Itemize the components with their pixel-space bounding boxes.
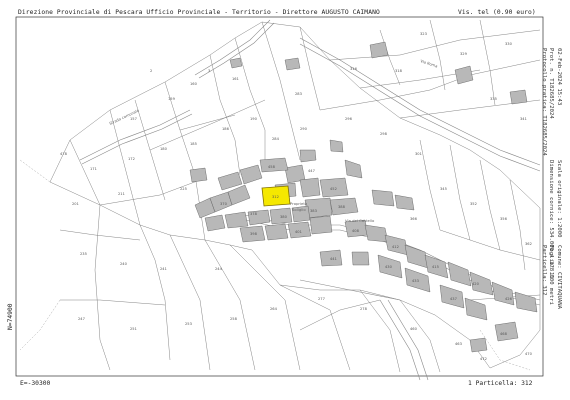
parcel-number: 3 bbox=[208, 69, 210, 73]
parcel-number: 352 bbox=[470, 202, 477, 206]
parcel-number: 329 bbox=[460, 52, 468, 56]
buildings-cluster bbox=[189, 41, 538, 353]
parcel-number: 408 bbox=[352, 229, 360, 233]
parcel-number: 472 bbox=[480, 357, 487, 361]
parcel-number: 172 bbox=[128, 157, 135, 161]
parcel-number: 345 bbox=[440, 187, 447, 191]
north-coordinate: N=74900 bbox=[7, 303, 14, 330]
parcel-number: 157 bbox=[130, 117, 137, 121]
parcel-number: 426 bbox=[505, 297, 513, 301]
cadastral-map-page: Direzione Provinciale di Pescara Ufficio… bbox=[0, 0, 570, 400]
margin-protocol: Protocollo pratica: T182685/2024 bbox=[541, 48, 547, 156]
parcel-number: 185 bbox=[190, 142, 197, 146]
parcel-number: 235 bbox=[80, 252, 87, 256]
parcel-number: 378 bbox=[250, 212, 258, 216]
parcel-number: 362 bbox=[525, 242, 532, 246]
parcel-number: 284 bbox=[272, 137, 280, 141]
parcel-number: 401 bbox=[295, 230, 302, 234]
margin-foglio: Foglio: 11 bbox=[548, 245, 554, 279]
parcel-number: 341 bbox=[520, 117, 527, 121]
margin-particella: Particella: 312 bbox=[541, 245, 547, 296]
parcel-number: 398 bbox=[250, 232, 258, 236]
parcel-number: 458 bbox=[268, 165, 276, 169]
parcel-number: 478 bbox=[60, 152, 68, 156]
parcel-number: 366 bbox=[410, 217, 418, 221]
parcel-number: 441 bbox=[330, 257, 337, 261]
parcel-number: 160 bbox=[190, 82, 198, 86]
margin-date: 02-Feb-2024 15:43 bbox=[556, 48, 562, 106]
parcel-number: 225 bbox=[180, 187, 187, 191]
parcel-number: 430 bbox=[385, 265, 393, 269]
east-coordinate: E=-30300 bbox=[20, 380, 51, 387]
parcel-number: 171 bbox=[90, 167, 97, 171]
margin-comune: Comune: CIVITAQUANA bbox=[556, 245, 562, 309]
margin-scale: Scala originale: 1:2000 bbox=[556, 160, 562, 238]
parcel-number: 241 bbox=[160, 267, 167, 271]
parcel-number: 420 bbox=[472, 282, 480, 286]
parcel-number: 323 bbox=[420, 32, 427, 36]
parcel-number: 470 bbox=[525, 352, 533, 356]
parcel-number: 318 bbox=[395, 69, 403, 73]
parcel-number: 278 bbox=[360, 307, 368, 311]
parcel-number: 201 bbox=[72, 202, 79, 206]
parcel-number: 290 bbox=[300, 127, 308, 131]
parcel-number: 316 bbox=[350, 67, 358, 71]
parcel-number: 2 bbox=[150, 69, 152, 73]
parcel-number: 383 bbox=[310, 209, 317, 213]
map-label-property-sub: Soliglio bbox=[292, 207, 306, 212]
parcel-number: 258 bbox=[230, 317, 238, 321]
parcel-number: 468 bbox=[500, 332, 508, 336]
parcel-number: 190 bbox=[250, 117, 258, 121]
parcel-number: 161 bbox=[232, 77, 239, 81]
parcel-number: 211 bbox=[118, 192, 125, 196]
parcel-number: 356 bbox=[500, 217, 508, 221]
parcel-number: 296 bbox=[345, 117, 353, 121]
map-canvas: 2 3 157 159 160 161 171 172 180 185 186 … bbox=[15, 16, 544, 381]
parcel-number: 180 bbox=[160, 147, 168, 151]
parcel-number: 159 bbox=[168, 97, 176, 101]
parcel-number: 283 bbox=[295, 92, 302, 96]
parcel-number: 186 bbox=[222, 127, 230, 131]
parcel-number: 335 bbox=[490, 97, 497, 101]
parcel-number: 380 bbox=[280, 215, 288, 219]
street-label-b: Via del Castello bbox=[345, 218, 375, 223]
parcel-number: 452 bbox=[330, 187, 337, 191]
parcel-number: 244 bbox=[215, 267, 223, 271]
parcel-number: 370 bbox=[220, 202, 228, 206]
parcel-number: 240 bbox=[120, 262, 128, 266]
parcel-number: 460 bbox=[410, 327, 418, 331]
parcel-number: 264 bbox=[270, 307, 278, 311]
margin-frame-size: Dimensione cornice: 534.000 x 378.000 me… bbox=[548, 160, 554, 305]
parcel-number-highlighted: 312 bbox=[272, 195, 279, 199]
parcel-number: 277 bbox=[318, 297, 325, 301]
parcel-number: 301 bbox=[415, 152, 422, 156]
parcel-number: 388 bbox=[338, 205, 346, 209]
parcel-number: 298 bbox=[380, 132, 388, 136]
parcel-footer-label: 1 Particella: 312 bbox=[468, 380, 533, 387]
street-label-c: Via Roma bbox=[420, 58, 439, 68]
parcel-number: 253 bbox=[185, 322, 192, 326]
parcel-number: 251 bbox=[130, 327, 137, 331]
parcel-number: 437 bbox=[450, 297, 457, 301]
parcel-number: 412 bbox=[392, 245, 399, 249]
map-label-property: Proprietà bbox=[290, 201, 307, 206]
parcel-number: 447 bbox=[308, 169, 315, 173]
parcel-number: 463 bbox=[455, 342, 462, 346]
parcel-number: 433 bbox=[412, 279, 419, 283]
parcel-number: 330 bbox=[505, 42, 513, 46]
parcel-number: 415 bbox=[432, 265, 439, 269]
margin-prot: Prot. n. T182685/2024 bbox=[548, 48, 554, 119]
parcel-number: 247 bbox=[78, 317, 85, 321]
